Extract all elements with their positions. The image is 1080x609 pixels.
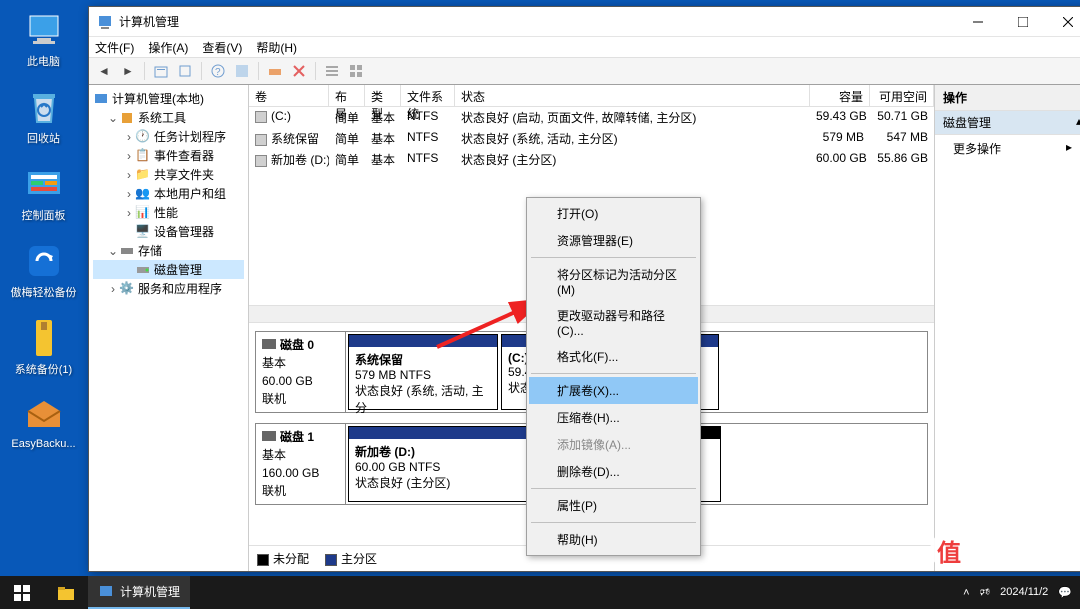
forward-button[interactable]: ► (117, 60, 139, 82)
app-icon (98, 584, 114, 600)
volume-row[interactable]: 系统保留简单基本NTFS状态良好 (系统, 活动, 主分区)579 MB547 … (249, 128, 934, 149)
tree-eventviewer[interactable]: ›📋事件查看器 (93, 146, 244, 165)
volume-headers: 卷 布局 类型 文件系统 状态 容量 可用空间 (249, 85, 934, 107)
separator (258, 62, 259, 80)
context-menu-item: 添加镜像(A)... (529, 431, 698, 458)
minimize-button[interactable] (955, 7, 1000, 36)
col-status[interactable]: 状态 (455, 85, 810, 106)
explorer-button[interactable] (44, 576, 88, 609)
menubar: 文件(F) 操作(A) 查看(V) 帮助(H) (89, 37, 1080, 57)
desktop-icon-controlpanel[interactable]: 控制面板 (6, 164, 81, 223)
tree-diskmgmt[interactable]: 磁盘管理 (93, 260, 244, 279)
context-menu-item[interactable]: 更改驱动器号和路径(C)... (529, 302, 698, 343)
actions-more[interactable]: 更多操作▸ (935, 135, 1080, 162)
actions-section[interactable]: 磁盘管理▴ (935, 111, 1080, 135)
menu-separator (531, 488, 696, 489)
separator (144, 62, 145, 80)
tree-devmgr[interactable]: 🖥️设备管理器 (93, 222, 244, 241)
tree-systools[interactable]: ⌄系统工具 (93, 108, 244, 127)
refresh-button[interactable] (174, 60, 196, 82)
desktop-icons: 此电脑 回收站 控制面板 傲梅轻松备份 系统备份(1) EasyBacku... (6, 10, 81, 468)
taskbar: 计算机管理 ˄ 🕫 2024/11/2 💬 (0, 576, 1080, 609)
disk-info[interactable]: 磁盘 1基本160.00 GB联机 (256, 424, 346, 504)
watermark-icon: 值 (930, 531, 968, 569)
desktop-icon-backup[interactable]: 系统备份(1) (6, 318, 81, 377)
context-menu-item[interactable]: 格式化(F)... (529, 343, 698, 370)
col-type[interactable]: 类型 (365, 85, 401, 106)
action1-icon[interactable] (264, 60, 286, 82)
tree-scheduler[interactable]: ›🕐任务计划程序 (93, 127, 244, 146)
titlebar[interactable]: 计算机管理 (89, 7, 1080, 37)
toolbar: ◄ ► ? (89, 57, 1080, 85)
desktop-icon-pc[interactable]: 此电脑 (6, 10, 81, 69)
col-layout[interactable]: 布局 (329, 85, 365, 106)
app-icon (97, 14, 113, 30)
notifications-icon[interactable]: 💬 (1058, 586, 1072, 599)
col-volume[interactable]: 卷 (249, 85, 329, 106)
tree-perf[interactable]: ›📊性能 (93, 203, 244, 222)
actions-pane: 操作 磁盘管理▴ 更多操作▸ (935, 85, 1080, 571)
window-title: 计算机管理 (119, 13, 955, 30)
tray-icon[interactable]: 🕫 (980, 583, 991, 602)
tree-users[interactable]: ›👥本地用户和组 (93, 184, 244, 203)
tree-sharedfolders[interactable]: ›📁共享文件夹 (93, 165, 244, 184)
properties-icon[interactable] (231, 60, 253, 82)
menu-help[interactable]: 帮助(H) (256, 39, 297, 56)
separator (315, 62, 316, 80)
watermark: 值 什么值得买 (930, 531, 1074, 569)
maximize-button[interactable] (1000, 7, 1045, 36)
context-menu-item[interactable]: 属性(P) (529, 492, 698, 519)
context-menu-item[interactable]: 资源管理器(E) (529, 227, 698, 254)
tree-services[interactable]: ›⚙️服务和应用程序 (93, 279, 244, 298)
actions-header: 操作 (935, 85, 1080, 111)
desktop-icon-easybackup[interactable]: EasyBacku... (6, 395, 81, 450)
context-menu-item[interactable]: 打开(O) (529, 200, 698, 227)
taskbar-clock[interactable]: 2024/11/2 (1000, 586, 1048, 599)
context-menu-item[interactable]: 将分区标记为活动分区(M) (529, 261, 698, 302)
up-button[interactable] (150, 60, 172, 82)
delete-icon[interactable] (288, 60, 310, 82)
menu-separator (531, 257, 696, 258)
tray-icon[interactable]: ˄ (963, 587, 969, 599)
menu-file[interactable]: 文件(F) (95, 39, 134, 56)
disk-info[interactable]: 磁盘 0基本60.00 GB联机 (256, 332, 346, 412)
separator (201, 62, 202, 80)
context-menu-item[interactable]: 帮助(H) (529, 526, 698, 553)
menu-view[interactable]: 查看(V) (202, 39, 242, 56)
partition[interactable]: 系统保留579 MB NTFS状态良好 (系统, 活动, 主分 (348, 334, 498, 410)
menu-separator (531, 522, 696, 523)
chevron-right-icon: ▸ (1066, 140, 1072, 157)
context-menu: 打开(O)资源管理器(E) 将分区标记为活动分区(M)更改驱动器号和路径(C)..… (526, 197, 701, 556)
chevron-up-icon: ▴ (1076, 114, 1080, 131)
back-button[interactable]: ◄ (93, 60, 115, 82)
context-menu-item[interactable]: 压缩卷(H)... (529, 404, 698, 431)
volume-row[interactable]: (C:)简单基本NTFS状态良好 (启动, 页面文件, 故障转储, 主分区)59… (249, 107, 934, 128)
partition[interactable]: 新加卷 (D:)60.00 GB NTFS状态良好 (主分区) (348, 426, 528, 502)
legend-primary: 主分区 (341, 552, 377, 566)
svg-text:?: ? (215, 67, 221, 78)
navigation-tree: 计算机管理(本地) ⌄系统工具 ›🕐任务计划程序 ›📋事件查看器 ›📁共享文件夹… (89, 85, 249, 571)
taskbar-app[interactable]: 计算机管理 (88, 576, 190, 609)
volume-row[interactable]: 新加卷 (D:)简单基本NTFS状态良好 (主分区)60.00 GB55.86 … (249, 149, 934, 170)
menu-action[interactable]: 操作(A) (148, 39, 188, 56)
context-menu-item[interactable]: 扩展卷(X)... (529, 377, 698, 404)
desktop-icon-recyclebin[interactable]: 回收站 (6, 87, 81, 146)
tree-root[interactable]: 计算机管理(本地) (93, 89, 244, 108)
col-capacity[interactable]: 容量 (810, 85, 870, 106)
desktop-icon-aomei[interactable]: 傲梅轻松备份 (6, 241, 81, 300)
view-grid-icon[interactable] (345, 60, 367, 82)
legend-unalloc: 未分配 (273, 552, 309, 566)
col-free[interactable]: 可用空间 (870, 85, 934, 106)
close-button[interactable] (1045, 7, 1080, 36)
context-menu-item[interactable]: 删除卷(D)... (529, 458, 698, 485)
help-icon[interactable]: ? (207, 60, 229, 82)
tree-storage[interactable]: ⌄存储 (93, 241, 244, 260)
menu-separator (531, 373, 696, 374)
start-button[interactable] (0, 576, 44, 609)
col-fs[interactable]: 文件系统 (401, 85, 455, 106)
view-list-icon[interactable] (321, 60, 343, 82)
